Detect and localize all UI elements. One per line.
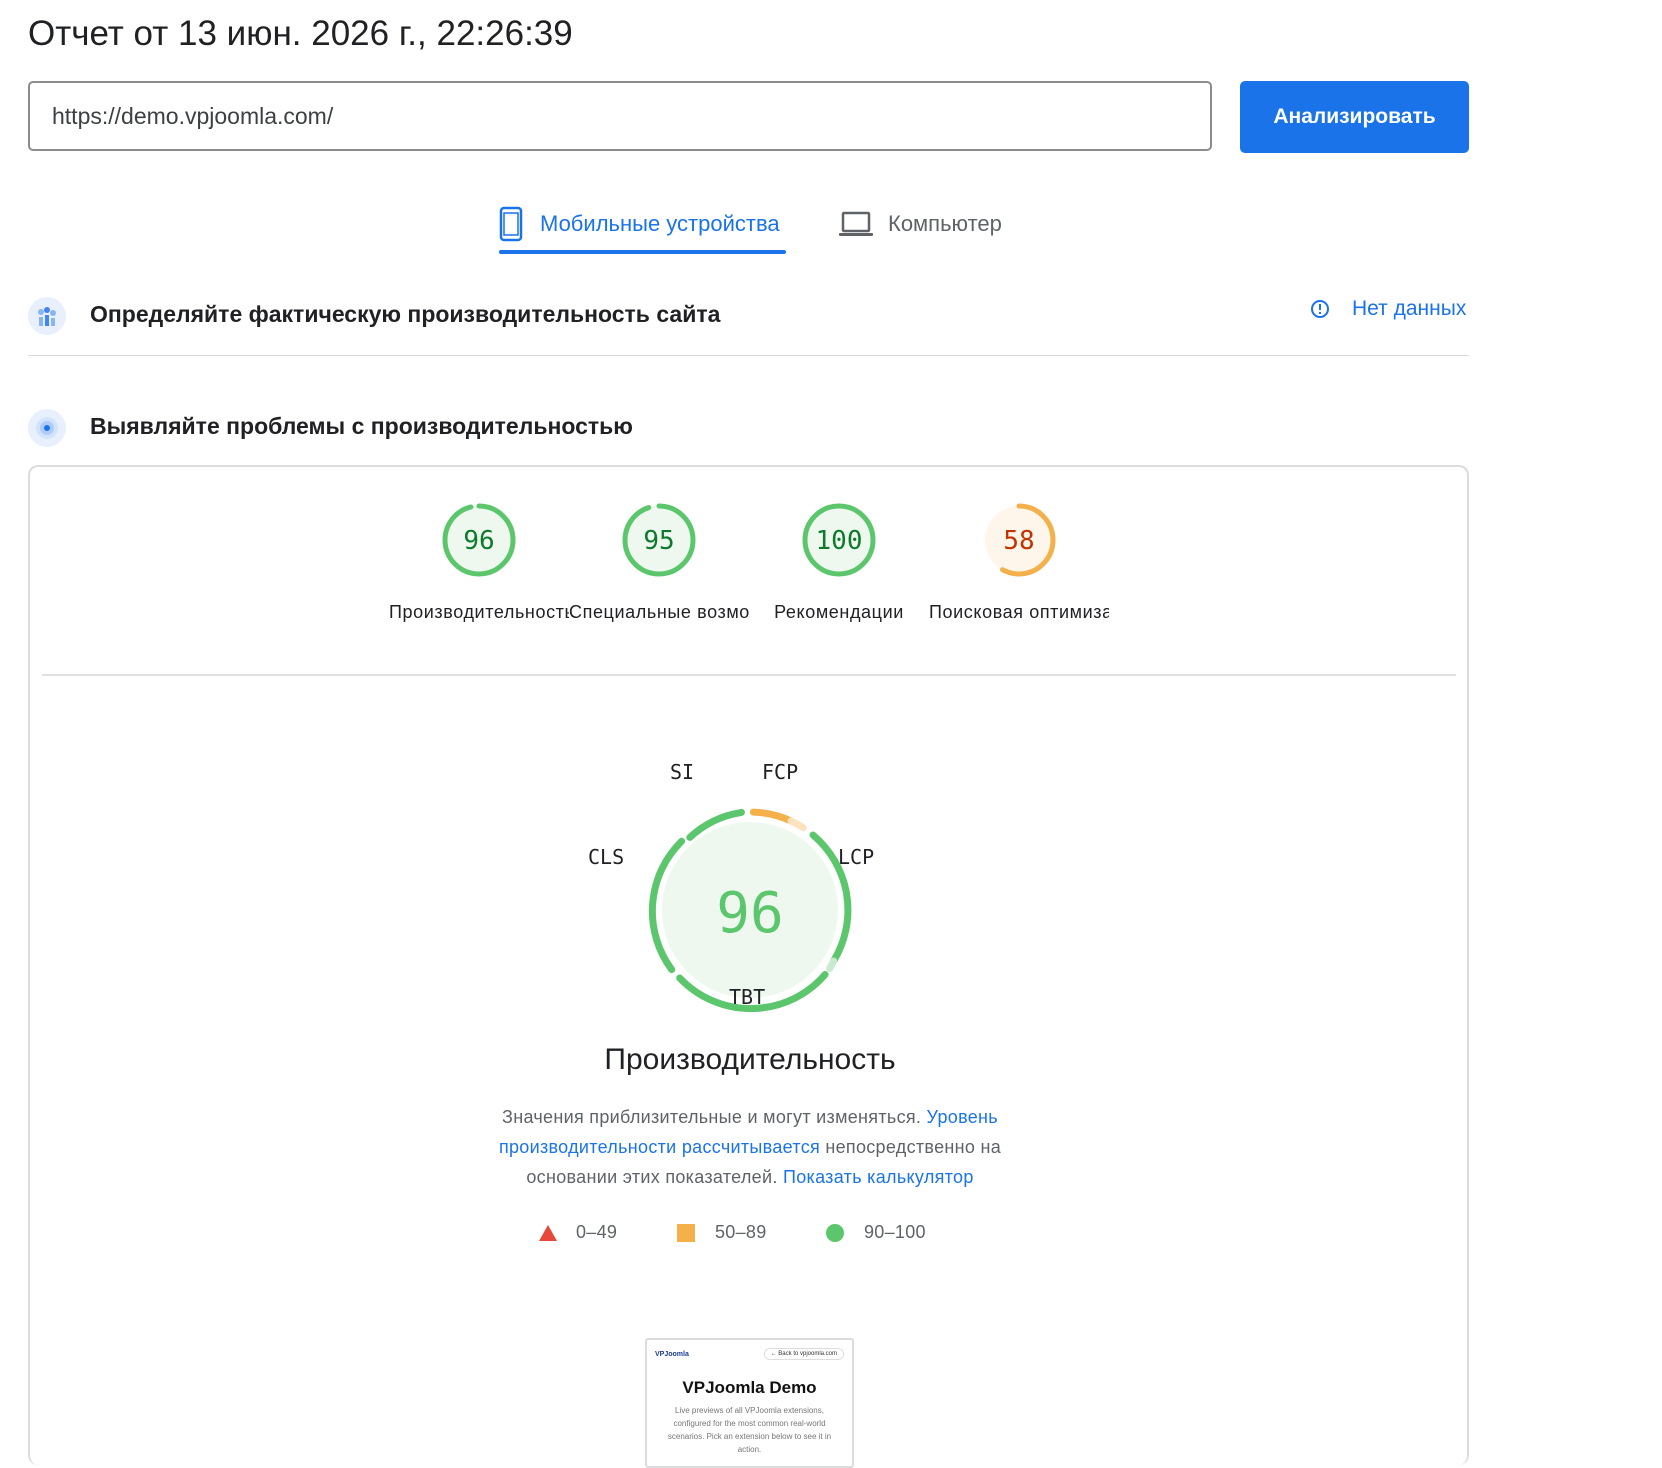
metric-label-fcp: FCP	[762, 760, 799, 784]
category-label: Поисковая оптимизация	[929, 602, 1109, 622]
card-divider	[42, 674, 1456, 676]
category-score: 95	[643, 526, 674, 556]
smartphone-icon	[498, 206, 524, 242]
category-label: Производительность	[389, 602, 569, 622]
lab-data-title: Выявляйте проблемы с производительностью	[90, 413, 633, 439]
final-screenshot[interactable]: VPJoomla ← Back to vpjoomla.com VPJoomla…	[645, 1338, 854, 1468]
field-data-icon	[28, 297, 66, 335]
screenshot-text: Live previews of all VPJoomla extensions…	[667, 1406, 832, 1454]
legend-range: 0–49	[576, 1222, 618, 1242]
category-gauge-seo[interactable]: 58 Поисковая оптимизация	[929, 502, 1109, 627]
tab-desktop[interactable]: Компьютер	[838, 196, 1002, 252]
info-icon	[1310, 299, 1330, 319]
field-data-title: Определяйте фактическую производительнос…	[90, 301, 721, 327]
screenshot-back-link: ← Back to vpjoomla.com	[763, 1348, 844, 1360]
legend-average: 50–89	[677, 1222, 767, 1243]
metric-arc-fcp-remainder	[787, 817, 807, 832]
circle-icon	[826, 1223, 844, 1242]
category-gauge-accessibility[interactable]: 95 Специальные возможности	[569, 502, 749, 627]
field-data-status[interactable]: Нет данных	[1310, 297, 1466, 321]
screenshot-header: VPJoomla ← Back to vpjoomla.com	[655, 1346, 844, 1362]
legend-pass: 90–100	[826, 1222, 926, 1243]
legend-range: 50–89	[715, 1222, 767, 1242]
score-ring: 95	[622, 503, 696, 577]
category-gauge-best-practices[interactable]: 100 Рекомендации	[749, 502, 929, 627]
performance-description: Значения приблизительные и могут изменят…	[460, 1102, 1040, 1192]
laptop-icon	[838, 209, 874, 239]
tab-mobile-label: Мобильные устройства	[540, 211, 780, 236]
report-title: Отчет от 13 июн. 2026 г., 22:26:39	[28, 14, 573, 53]
metric-label-si: SI	[670, 760, 695, 784]
tab-desktop-label: Компьютер	[888, 211, 1002, 236]
screenshot-logo: VPJoomla	[655, 1350, 689, 1358]
radar-icon	[28, 409, 66, 447]
url-input[interactable]: https://demo.vpjoomla.com/	[28, 81, 1212, 151]
score-ring: 100	[802, 503, 876, 577]
metric-label-cls: CLS	[588, 845, 625, 869]
legend-fail: 0–49	[538, 1222, 617, 1243]
category-score: 100	[816, 526, 863, 556]
tab-mobile[interactable]: Мобильные устройства	[498, 196, 780, 252]
score-ring: 58	[982, 503, 1056, 577]
category-score: 96	[463, 526, 494, 556]
performance-score: 96	[716, 881, 783, 946]
metric-label-tbt: TBT	[729, 985, 766, 1009]
show-calculator-link[interactable]: Показать калькулятор	[783, 1167, 974, 1187]
section-divider	[28, 355, 1469, 356]
analyze-button[interactable]: Анализировать	[1240, 81, 1469, 153]
screenshot-title: VPJoomla Demo	[682, 1378, 817, 1397]
performance-title: Производительность	[604, 1043, 896, 1076]
score-ring: 96	[442, 503, 516, 577]
description-text: Значения приблизительные и могут изменят…	[502, 1107, 927, 1127]
url-input-value: https://demo.vpjoomla.com/	[52, 102, 334, 129]
triangle-icon	[539, 1224, 557, 1241]
legend-range: 90–100	[864, 1222, 926, 1242]
category-label: Специальные возможности	[569, 602, 749, 622]
metric-label-lcp: LCP	[838, 845, 875, 869]
category-score: 58	[1003, 526, 1034, 556]
metric-arc-fcp	[749, 808, 795, 825]
category-label: Рекомендации	[774, 602, 904, 622]
no-data-label: Нет данных	[1352, 297, 1467, 320]
category-gauge-performance[interactable]: 96 Производительность	[389, 502, 569, 627]
performance-gauge: 96	[648, 808, 852, 1013]
square-icon	[677, 1223, 695, 1242]
metric-arc-lcp-remainder	[826, 957, 838, 972]
active-tab-indicator	[499, 250, 786, 254]
